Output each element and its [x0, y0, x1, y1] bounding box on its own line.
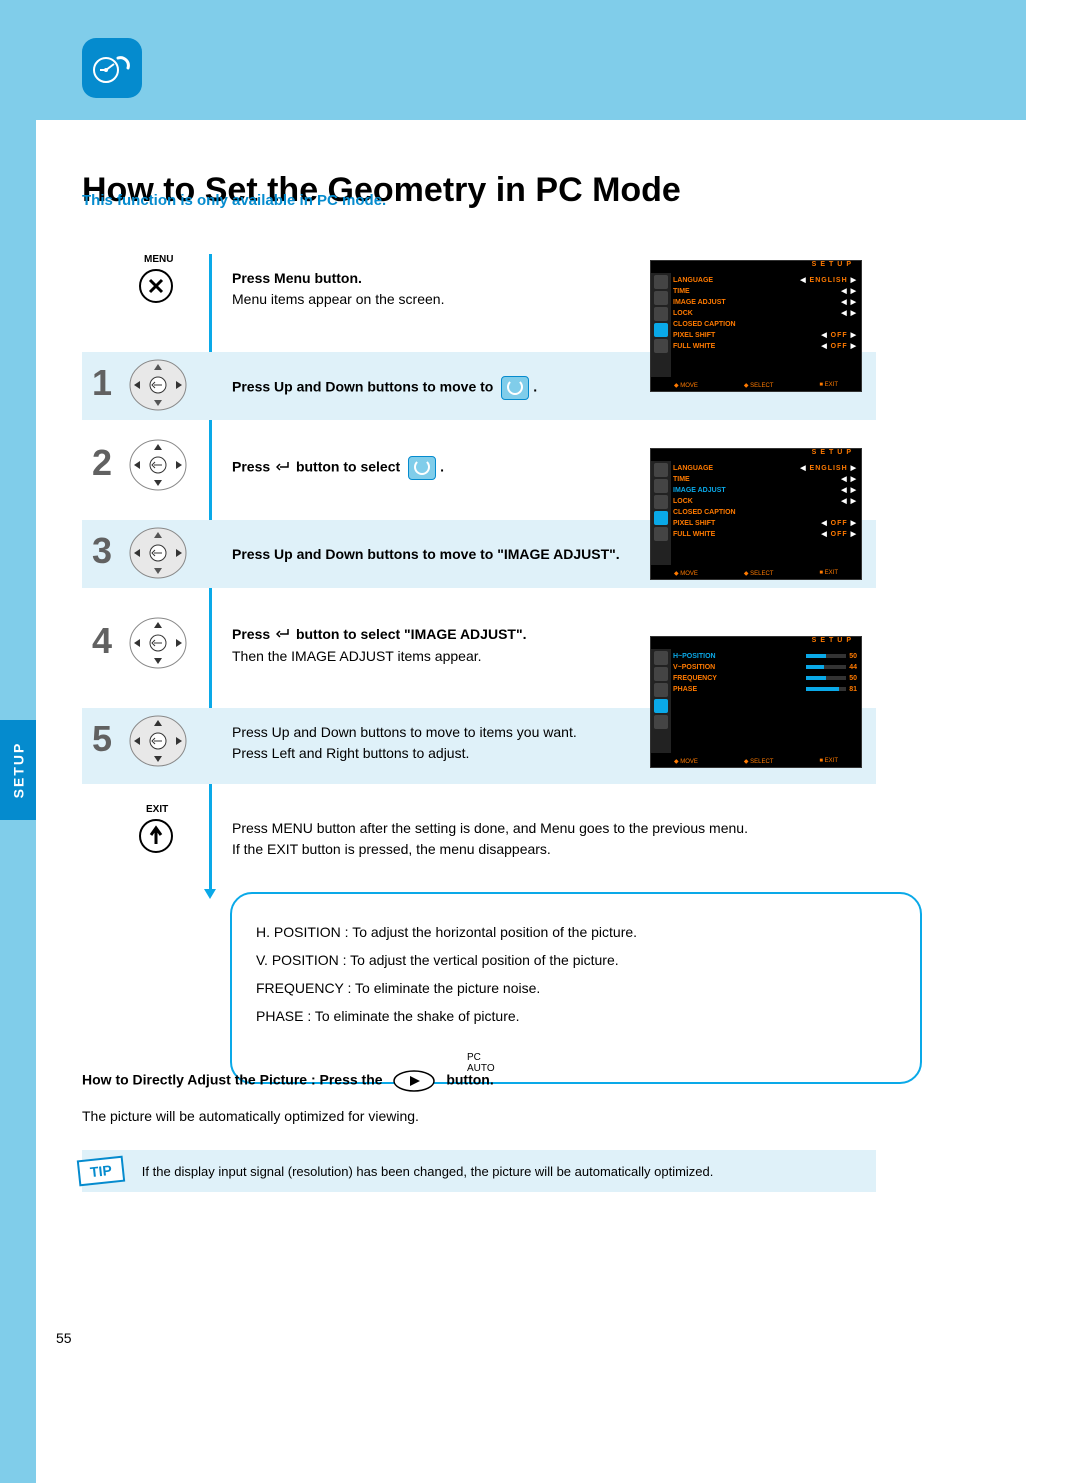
setup-icon — [501, 376, 529, 400]
enter-icon — [276, 458, 290, 479]
osd-screenshot-1: SETUP LANGUAGE◀ ENGLISH ▶ TIME◀ ▶ IMAGE … — [650, 260, 862, 392]
info-line-1: H. POSITION : To adjust the horizontal p… — [256, 918, 896, 946]
step-exit-text1: Press MENU button after the setting is d… — [232, 820, 748, 836]
menu-button-label: MENU — [144, 254, 173, 265]
remote-dpad-icon — [128, 616, 188, 675]
osd-screenshot-3: SETUP H~POSITION50 V~POSITION44 FREQUENC… — [650, 636, 862, 768]
step-menu-bold: Press Menu button. — [232, 270, 362, 286]
remote-dpad-icon — [128, 438, 188, 497]
step-4-text-b: button to select "IMAGE ADJUST". — [296, 626, 527, 642]
step-2-text-b: button to select — [296, 459, 400, 475]
step-4-text-a: Press — [232, 626, 270, 642]
tip-text: If the display input signal (resolution)… — [142, 1164, 714, 1179]
remote-dpad-icon — [128, 526, 188, 585]
info-line-2: V. POSITION : To adjust the vertical pos… — [256, 946, 896, 974]
step-3-text: Press Up and Down buttons to move to "IM… — [232, 546, 620, 562]
exit-button-label: EXIT — [146, 804, 168, 815]
exit-button-icon — [138, 818, 174, 859]
section-tab-label: SETUP — [10, 742, 26, 799]
step-5-num: 5 — [82, 718, 122, 760]
page-number: 55 — [56, 1330, 72, 1346]
step-5-text2: Press Left and Right buttons to adjust. — [232, 745, 469, 761]
step-menu-text: Menu items appear on the screen. — [232, 291, 444, 307]
step-exit: EXIT Press MENU button after the setting… — [82, 804, 876, 884]
pc-auto-label: PC AUTO — [467, 1052, 495, 1074]
step-1-num: 1 — [82, 362, 122, 404]
remote-dpad-icon — [128, 358, 188, 417]
direct-adjust-line: PC AUTO How to Directly Adjust the Pictu… — [82, 1070, 494, 1092]
tip-badge: TIP — [77, 1156, 125, 1187]
osd-screenshot-2: SETUP LANGUAGE◀ ENGLISH ▶ TIME◀ ▶ IMAGE … — [650, 448, 862, 580]
menu-button-icon — [138, 268, 174, 309]
step-5-text1: Press Up and Down buttons to move to ite… — [232, 724, 577, 740]
step-1-text: Press Up and Down buttons to move to — [232, 379, 493, 395]
setup-icon — [408, 456, 436, 480]
step-3-num: 3 — [82, 530, 122, 572]
section-tab: SETUP — [0, 720, 36, 820]
step-exit-text2: If the EXIT button is pressed, the menu … — [232, 841, 551, 857]
step-2-num: 2 — [82, 442, 122, 484]
step-4-text2: Then the IMAGE ADJUST items appear. — [232, 648, 482, 664]
section-icon — [82, 38, 142, 98]
page-subtitle: This function is only available in PC mo… — [82, 192, 386, 209]
step-4-num: 4 — [82, 620, 122, 662]
auto-optimize-text: The picture will be automatically optimi… — [82, 1108, 419, 1124]
tip-section: TIP If the display input signal (resolut… — [82, 1150, 876, 1192]
info-line-4: PHASE : To eliminate the shake of pictur… — [256, 1002, 896, 1030]
remote-dpad-icon — [128, 714, 188, 773]
step-2-text-a: Press — [232, 459, 270, 475]
header-banner — [36, 0, 1026, 120]
enter-icon — [276, 625, 290, 646]
info-line-3: FREQUENCY : To eliminate the picture noi… — [256, 974, 896, 1002]
parameter-description-box: H. POSITION : To adjust the horizontal p… — [230, 892, 922, 1084]
play-button-icon — [392, 1070, 436, 1092]
